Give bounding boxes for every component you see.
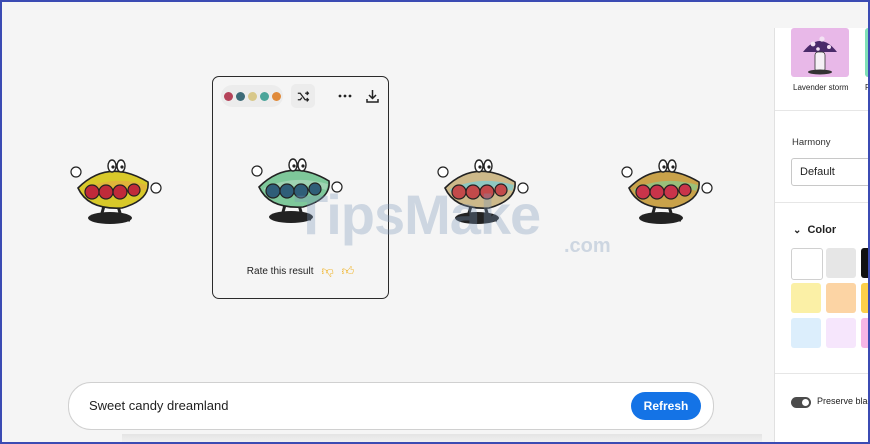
download-icon [365, 90, 379, 103]
mushroom-icon [803, 36, 837, 75]
color-swatch[interactable] [826, 283, 856, 313]
hotdog-illustration [437, 159, 529, 224]
prompt-bar[interactable]: Sweet candy dreamland Refresh [68, 382, 714, 430]
hotdog-illustration [621, 159, 713, 224]
app-frame: Rate this result 👎︎ 👍︎ TipsMake .com Swe… [0, 0, 870, 444]
divider [775, 373, 868, 374]
shuffle-icon [297, 90, 309, 102]
selected-variation-card[interactable]: Rate this result 👎︎ 👍︎ [212, 76, 389, 299]
rating-row: Rate this result 👎︎ 👍︎ [213, 265, 388, 277]
palette-dot [235, 91, 245, 101]
more-button[interactable] [333, 84, 357, 108]
watermark-suffix: .com [564, 235, 611, 257]
hotdog-illustration [70, 159, 162, 224]
result-canvas: Rate this result 👎︎ 👍︎ TipsMake .com Swe… [2, 2, 772, 442]
style-thumb-lavender-storm[interactable] [791, 28, 849, 77]
variation-3[interactable] [435, 148, 535, 238]
download-button[interactable] [360, 84, 384, 108]
style-thumb-2[interactable] [865, 28, 868, 77]
style-label-2: Fa [865, 83, 870, 92]
more-icon [338, 94, 352, 98]
shuffle-button[interactable] [291, 84, 315, 108]
style-label-lavender-storm: Lavender storm [793, 83, 849, 92]
rate-label: Rate this result [246, 265, 314, 277]
color-section-toggle[interactable]: ⌄ Color [793, 224, 836, 236]
palette-dot [259, 91, 269, 101]
preserve-black-label: Preserve black [817, 396, 868, 406]
divider [775, 110, 868, 111]
harmony-dropdown[interactable]: Default [791, 158, 868, 186]
bottom-shadow [122, 434, 762, 442]
thumbs-down-icon[interactable]: 👎︎ [321, 265, 333, 277]
refresh-button[interactable]: Refresh [631, 392, 701, 420]
variation-1[interactable] [68, 148, 168, 238]
color-swatch[interactable] [791, 248, 823, 280]
variation-4[interactable] [619, 148, 719, 238]
chevron-down-icon: ⌄ [793, 225, 802, 236]
color-swatch[interactable] [791, 318, 821, 348]
preserve-black-toggle[interactable] [791, 397, 811, 408]
palette-dot [223, 91, 233, 101]
color-palette-pill[interactable] [221, 85, 283, 107]
prompt-input[interactable]: Sweet candy dreamland [89, 398, 228, 413]
harmony-label: Harmony [792, 137, 831, 148]
thumbs-up-icon[interactable]: 👍︎ [342, 265, 355, 277]
palette-dot [247, 91, 257, 101]
divider [775, 202, 868, 203]
color-swatch[interactable] [826, 318, 856, 348]
color-swatch[interactable] [861, 283, 868, 313]
settings-panel: Lavender storm Fa Harmony Default ⌄ Colo… [774, 28, 870, 442]
color-section-label: Color [807, 224, 837, 236]
color-swatch[interactable] [861, 248, 868, 278]
palette-dot [271, 91, 281, 101]
color-swatch[interactable] [791, 283, 821, 313]
color-swatch[interactable] [826, 248, 856, 278]
color-swatch[interactable] [861, 318, 868, 348]
variation-2 [249, 147, 349, 237]
hotdog-illustration [251, 158, 343, 223]
